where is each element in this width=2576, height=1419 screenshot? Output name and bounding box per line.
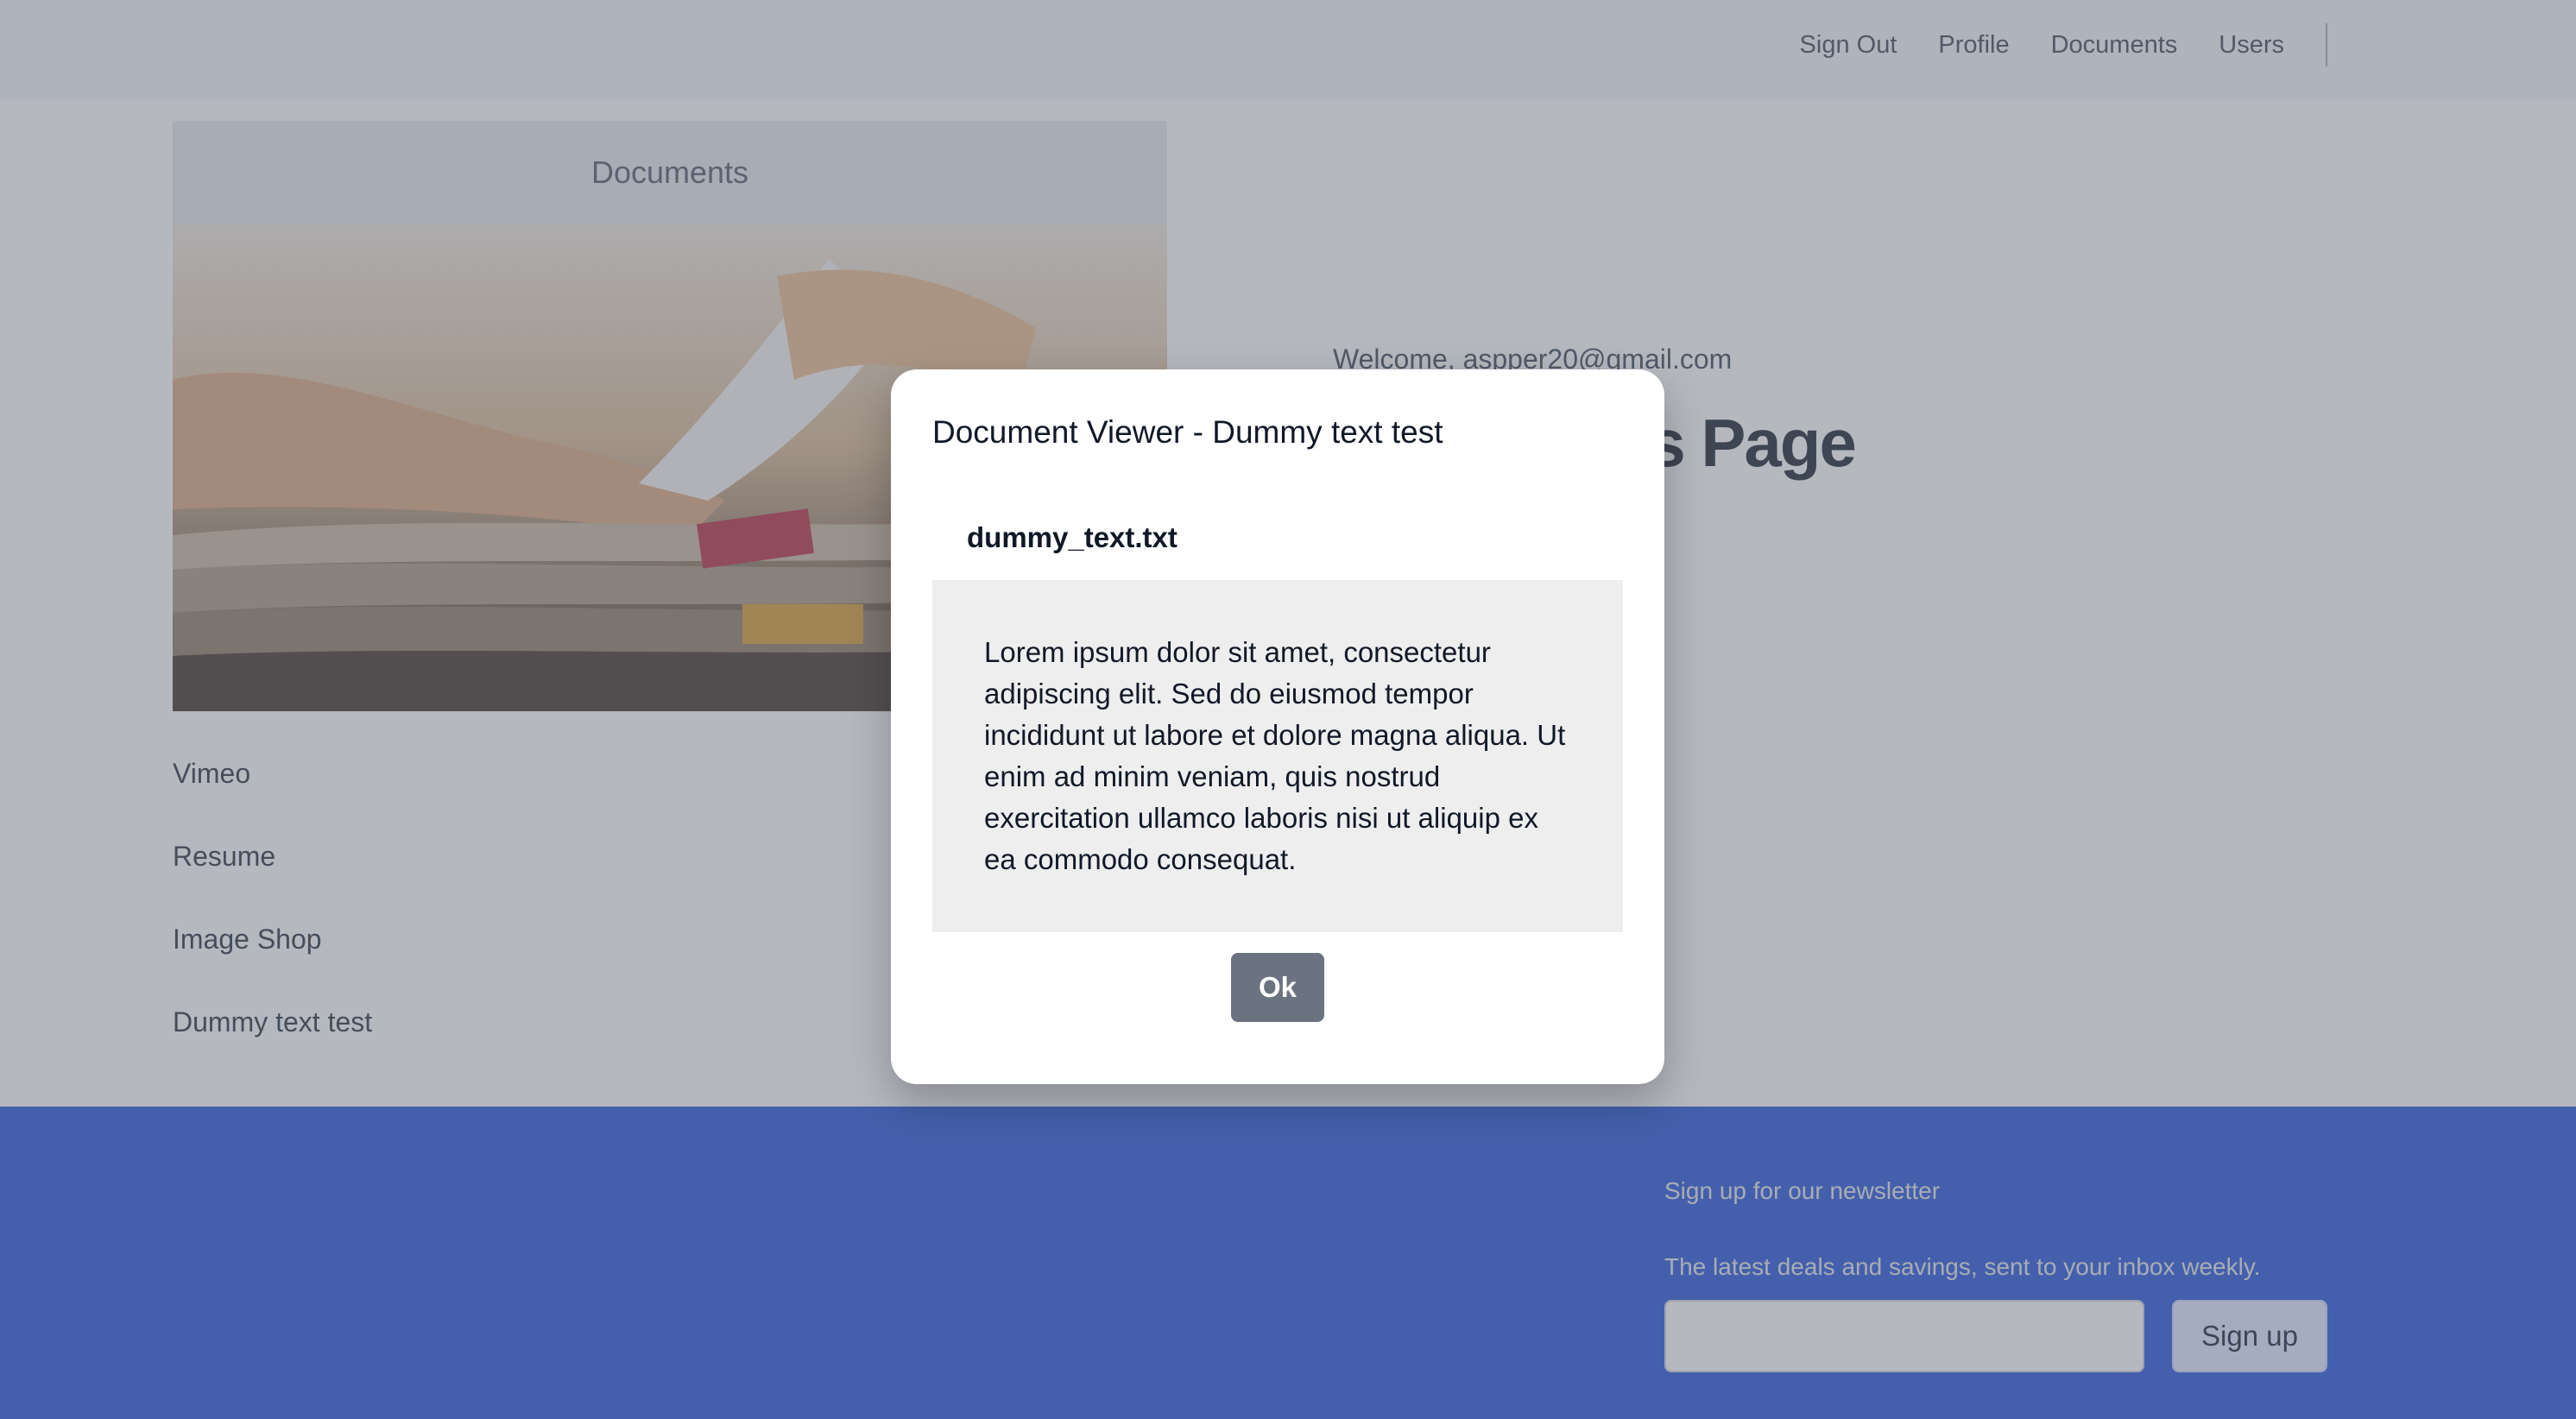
ok-button[interactable]: Ok — [1231, 953, 1324, 1022]
file-name: dummy_text.txt — [967, 521, 1178, 553]
document-content-text: Lorem ipsum dolor sit amet, consectetur … — [984, 636, 1566, 875]
document-content-panel: Lorem ipsum dolor sit amet, consectetur … — [932, 580, 1623, 932]
document-viewer-modal: Document Viewer - Dummy text test dummy_… — [891, 369, 1664, 1084]
modal-title: Document Viewer - Dummy text test — [932, 414, 1443, 450]
